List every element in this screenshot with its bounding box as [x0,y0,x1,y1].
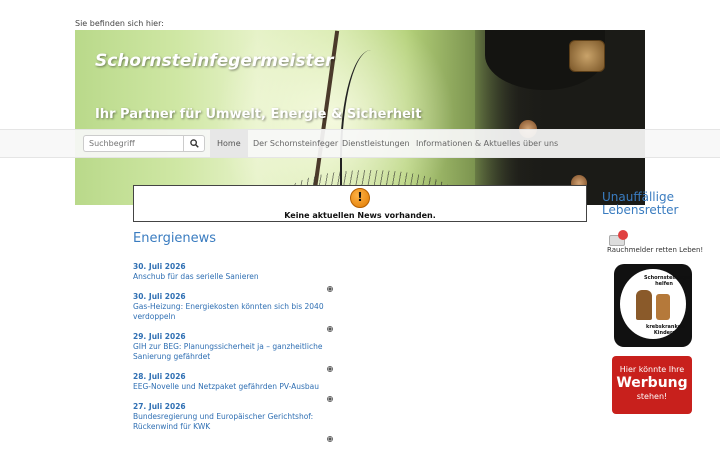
news-date: 30. Juli 2026 [133,262,186,271]
nav-item-ueber-uns[interactable]: über uns [523,130,558,157]
nav-item-dienstleistungen[interactable]: Dienstleistungen [342,130,410,157]
breadcrumb: Sie befinden sich hier: [75,19,164,28]
smoke-detector-icon [607,229,631,246]
smoke-detector-link[interactable]: Rauchmelder retten Leben! [607,246,703,254]
news-date: 29. Juli 2026 [133,332,186,341]
header-banner: Schornsteinfegermeister Ihr Partner für … [75,30,645,205]
news-date: 30. Juli 2026 [133,292,186,301]
chimney-sweep-figure-icon [636,290,652,320]
ad-line-3: stehen! [636,392,668,401]
news-link[interactable]: GIH zur BEG: Planungssicherheit ja – gan… [133,342,333,362]
nav-item-home[interactable]: Home [210,130,248,157]
news-item[interactable]: 29. Juli 2026 GIH zur BEG: Planungssiche… [133,332,333,362]
advertising-banner[interactable]: Hier könnte Ihre Werbung stehen! [612,356,692,414]
nav-item-informationen-aktuelles[interactable]: Informationen & Aktuelles [416,130,520,157]
house-icon [656,294,670,320]
ad-line-2: Werbung [616,375,688,391]
charity-badge[interactable]: Schornsteinfeger helfen krebskranken Kin… [614,264,692,347]
news-date: 27. Juli 2026 [133,402,186,411]
news-link[interactable]: Anschub für das serielle Sanieren [133,272,333,282]
news-date: 28. Juli 2026 [133,372,186,381]
search-input[interactable] [83,135,183,152]
news-item[interactable]: 28. Juli 2026 EEG-Novelle und Netzpaket … [133,372,333,392]
news-link[interactable]: EEG-Novelle und Netzpaket gefährden PV-A… [133,382,333,392]
site-title: Schornsteinfegermeister [95,51,334,71]
warning-icon: ! [350,188,370,208]
banner-emblem [569,40,605,72]
news-item[interactable]: 27. Juli 2026 Bundesregierung und Europä… [133,402,333,432]
news-box: ! Keine aktuellen News vorhanden. [133,185,587,222]
sidebar-title: Unauffällige Lebensretter [602,190,679,217]
site-subtitle: Ihr Partner für Umwelt, Energie & Sicher… [95,107,422,122]
news-item[interactable]: 30. Juli 2026 Gas-Heizung: Energiekosten… [133,292,333,322]
news-link[interactable]: Gas-Heizung: Energiekosten könnten sich … [133,302,333,322]
ad-line-1: Hier könnte Ihre [619,365,685,374]
news-box-message: Keine aktuellen News vorhanden. [284,211,436,220]
badge-bottom-text: krebskranken Kindern [646,324,685,336]
news-item[interactable]: 30. Juli 2026 Anschub für das serielle S… [133,262,333,282]
more-icon[interactable] [327,436,333,442]
search-icon [189,139,199,148]
search-button[interactable] [183,135,205,152]
main-navbar: Home Der Schornsteinfeger Dienstleistung… [0,129,720,158]
search-form [83,135,205,152]
nav-item-der-schornsteinfeger[interactable]: Der Schornsteinfeger [253,130,338,157]
badge-top-text: Schornsteinfeger helfen [644,275,692,287]
energienews-title: Energienews [133,231,217,246]
news-link[interactable]: Bundesregierung und Europäischer Gericht… [133,412,333,432]
